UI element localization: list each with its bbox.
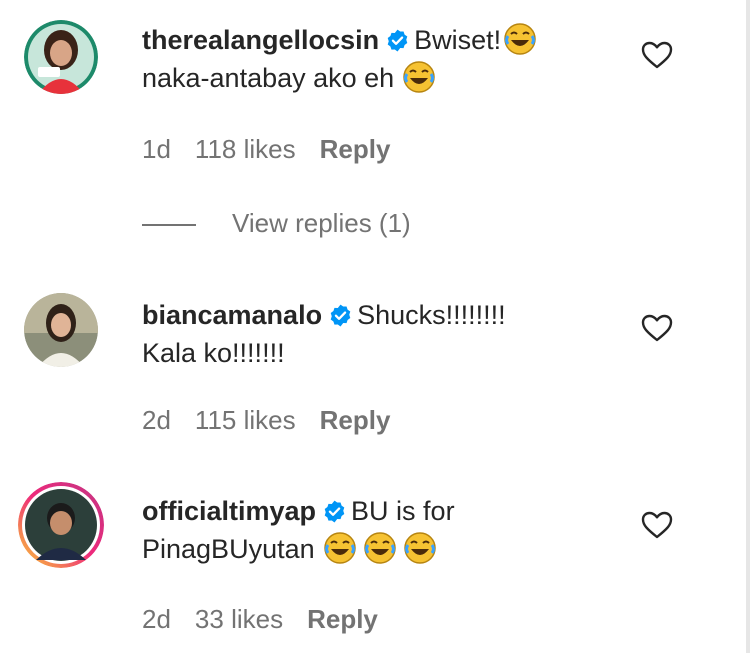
comment-time[interactable]: 2d: [142, 604, 171, 634]
reply-button[interactable]: Reply: [307, 604, 378, 634]
scroll-edge: [746, 0, 750, 653]
comment-text-line2: Kala ko!!!!!!!: [142, 338, 285, 368]
comment-text-line2: naka-antabay ako eh: [142, 63, 395, 93]
likes-count[interactable]: 118 likes: [195, 134, 296, 164]
comment-text: Bwiset!: [414, 25, 502, 55]
comment-meta: 2d 115 likes Reply: [142, 405, 414, 436]
avatar[interactable]: [24, 20, 98, 94]
view-replies-label: View replies (1): [232, 208, 411, 238]
comment-text-line2: PinagBUyutan: [142, 534, 315, 564]
comment-meta: 1d 118 likes Reply: [142, 134, 414, 165]
likes-count[interactable]: 115 likes: [195, 405, 296, 435]
view-replies-button[interactable]: View replies (1): [142, 208, 411, 239]
comment-text: Shucks!!!!!!!!: [357, 300, 506, 330]
comment-time[interactable]: 1d: [142, 134, 171, 164]
comment-meta: 2d 33 likes Reply: [142, 604, 402, 635]
face-with-tears-of-joy-emoji: [403, 532, 436, 564]
face-with-tears-of-joy-emoji: [504, 23, 536, 55]
comment-text: BU is for: [351, 496, 455, 526]
username[interactable]: biancamanalo: [142, 300, 322, 330]
likes-count[interactable]: 33 likes: [195, 604, 283, 634]
comment-body: officialtimyap BU is for PinagBUyutan: [142, 492, 602, 568]
face-with-tears-of-joy-emoji: [323, 532, 356, 564]
comment-time[interactable]: 2d: [142, 405, 171, 435]
verified-badge-icon: [387, 29, 408, 52]
heart-outline-icon[interactable]: [641, 313, 673, 343]
reply-button[interactable]: Reply: [320, 134, 391, 164]
username[interactable]: therealangellocsin: [142, 25, 379, 55]
username[interactable]: officialtimyap: [142, 496, 316, 526]
heart-outline-icon[interactable]: [641, 40, 673, 70]
heart-outline-icon[interactable]: [641, 510, 673, 540]
avatar[interactable]: [24, 293, 98, 367]
face-with-tears-of-joy-emoji: [403, 61, 435, 93]
comment-body: therealangellocsin Bwiset! naka-antabay a…: [142, 21, 602, 97]
divider-line: [142, 224, 196, 227]
verified-badge-icon: [330, 304, 351, 327]
avatar-story-ring[interactable]: [18, 482, 104, 568]
reply-button[interactable]: Reply: [320, 405, 391, 435]
face-with-tears-of-joy-emoji: [363, 532, 396, 564]
verified-badge-icon: [324, 500, 345, 523]
comment-body: biancamanalo Shucks!!!!!!!! Kala ko!!!!!!…: [142, 296, 602, 372]
